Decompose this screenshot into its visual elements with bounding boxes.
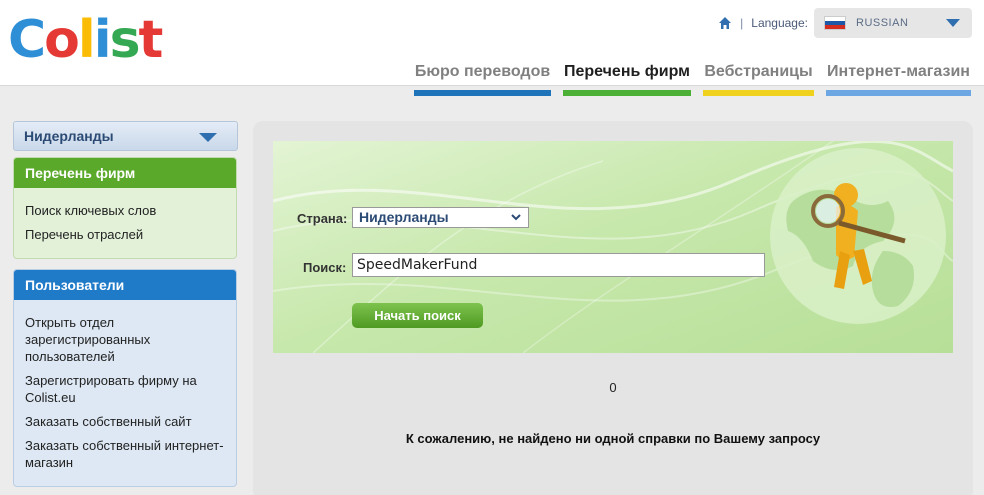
country-dropdown[interactable]: Нидерланды	[13, 121, 238, 151]
sidebar-link-order-site[interactable]: Заказать собственный сайт	[25, 413, 236, 430]
start-search-button[interactable]: Начать поиск	[352, 303, 483, 328]
sidebar-link-order-shop[interactable]: Заказать собственный интернет-магазин	[25, 437, 236, 471]
sidebar-link-industries-list[interactable]: Перечень отраслей	[25, 226, 236, 243]
logo-letter: t	[138, 10, 164, 70]
logo-letter: o	[44, 10, 80, 70]
users-box: Пользователи Открыть отдел зарегистриров…	[13, 269, 237, 487]
home-icon[interactable]	[718, 16, 732, 30]
language-value: RUSSIAN	[856, 17, 909, 29]
main-panel: Страна: Нидерланды Поиск: SpeedMakerFund…	[253, 121, 973, 495]
top-utility-bar: | Language: RUSSIAN	[718, 8, 972, 38]
separator: |	[740, 16, 744, 30]
nav-tab-underline	[703, 90, 814, 96]
nav-tab-underline	[414, 90, 551, 96]
nav-tab-firms-list[interactable]: Перечень фирм	[563, 61, 691, 96]
country-dropdown-value: Нидерланды	[24, 128, 114, 144]
sidebar-link-register-firm[interactable]: Зарегистрировать фирму на Colist.eu	[25, 372, 236, 406]
search-field-label: Поиск:	[303, 260, 347, 275]
language-select[interactable]: RUSSIAN	[814, 8, 972, 38]
flag-stripe	[825, 25, 845, 29]
search-banner: Страна: Нидерланды Поиск: SpeedMakerFund…	[273, 141, 953, 353]
firms-list-box: Перечень фирм Поиск ключевых слов Перече…	[13, 157, 237, 259]
no-results-message: К сожалению, не найдено ни одной справки…	[405, 431, 821, 446]
country-field-label: Страна:	[297, 211, 348, 226]
russia-flag-icon	[824, 16, 846, 30]
chevron-down-icon	[511, 214, 521, 221]
language-label: Language:	[751, 16, 808, 30]
nav-tab-label: Перечень фирм	[563, 63, 691, 80]
search-input[interactable]: SpeedMakerFund	[352, 253, 765, 277]
nav-tab-underline	[563, 90, 691, 96]
chevron-down-icon	[199, 133, 217, 142]
sidebar-link-keyword-search[interactable]: Поиск ключевых слов	[25, 202, 236, 219]
results-count: 0	[609, 380, 617, 395]
nav-tab-label: Вебстраницы	[704, 63, 813, 80]
colist-logo[interactable]: Colist	[8, 10, 164, 70]
sidebar-link-registered-users[interactable]: Открыть отдел зарегистрированных пользов…	[25, 314, 236, 365]
country-select[interactable]: Нидерланды	[352, 207, 529, 228]
nav-tab-online-shop[interactable]: Интернет-магазин	[826, 61, 971, 96]
users-box-title: Пользователи	[14, 270, 236, 300]
nav-tab-label: Интернет-магазин	[827, 63, 970, 80]
logo-letter: s	[109, 10, 141, 70]
country-select-value: Нидерланды	[359, 209, 449, 225]
logo-letter: i	[93, 10, 112, 70]
nav-tab-label: Бюро переводов	[414, 63, 551, 80]
nav-tab-underline	[826, 90, 971, 96]
nav-tab-webpages[interactable]: Вебстраницы	[703, 61, 814, 96]
chevron-down-icon	[946, 19, 960, 27]
nav-tab-translation-bureau[interactable]: Бюро переводов	[414, 61, 551, 96]
logo-letter: l	[77, 10, 96, 70]
firms-list-box-title: Перечень фирм	[14, 158, 236, 188]
logo-letter: C	[8, 10, 46, 70]
